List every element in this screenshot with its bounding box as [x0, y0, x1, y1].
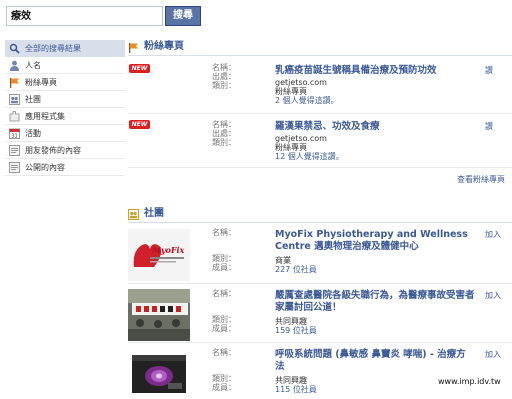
category-label: 類別： [212, 137, 236, 147]
search-icon [9, 43, 20, 54]
page-result: NEW 名稱： 出處： 類別： 羅漢果禁忌、功效及食療 getjetso.com… [128, 118, 512, 168]
field-labels: 名稱： 出處： 類別： [212, 120, 236, 147]
flag-icon [128, 42, 139, 53]
calendar-icon: 31 [9, 128, 20, 139]
sidebar-item-apps[interactable]: 應用程式集 [5, 108, 125, 125]
category-label: 類別： [212, 80, 236, 90]
page-source: getjetso.com [275, 134, 327, 143]
sidebar-item-label: 人名 [25, 61, 41, 70]
join-button[interactable]: 加入 [485, 290, 501, 301]
page-title-link[interactable]: 羅漢果禁忌、功效及食療 [275, 121, 485, 133]
sidebar-item-label: 應用程式集 [25, 112, 65, 121]
group-result: MyoFix 名稱： 類別： 成員： MyoFix Physiotherapy … [128, 226, 512, 284]
like-button[interactable]: 讚 [485, 65, 493, 76]
sidebar-item-events[interactable]: 31 活動 [5, 125, 125, 142]
section-title: 粉絲專頁 [144, 41, 184, 52]
post-icon [9, 162, 20, 173]
sidebar-item-label: 朋友發佈的內容 [25, 146, 81, 155]
likes-link[interactable]: 12 個人覺得這讚。 [275, 152, 344, 161]
members-label: 成員： [212, 262, 236, 272]
join-button[interactable]: 加入 [485, 229, 501, 240]
new-badge: NEW [129, 64, 150, 73]
members-label: 成員： [212, 382, 236, 392]
post-icon [9, 145, 20, 156]
group-thumbnail[interactable]: MyoFix [128, 229, 190, 281]
field-labels: 名稱： 類別： 成員： [212, 228, 236, 272]
sidebar-item-label: 社團 [25, 95, 41, 104]
join-button[interactable]: 加入 [485, 349, 501, 360]
page-category: 粉絲專頁 [275, 143, 307, 152]
members-link[interactable]: 159 位社員 [275, 326, 317, 335]
group-category: 共同興趣 [275, 317, 307, 326]
name-label: 名稱： [212, 289, 236, 298]
page-title-link[interactable]: 乳癌疫苗誕生號稱具備治療及預防功效 [275, 65, 485, 77]
group-thumbnail[interactable] [128, 289, 190, 341]
members-link[interactable]: 227 位社員 [275, 265, 317, 274]
new-badge: NEW [129, 120, 150, 129]
groups-section-heading: 社團 [128, 205, 512, 223]
sidebar-item-label: 全部的搜尋結果 [25, 44, 81, 53]
sidebar-item-label: 粉絲專頁 [25, 78, 57, 87]
sidebar-item-people[interactable]: 人名 [5, 57, 125, 74]
group-icon [9, 94, 20, 105]
members-link[interactable]: 115 位社員 [275, 385, 317, 394]
see-more-pages-link[interactable]: 查看粉絲專頁 [457, 174, 505, 185]
sidebar-item-public-posts[interactable]: 公開的內容 [5, 159, 125, 176]
page-source: getjetso.com [275, 78, 327, 87]
group-title-link[interactable]: 呼吸系統問題 (鼻敏感 鼻竇炎 哮喘) - 治療方法 [275, 349, 475, 373]
flag-icon [9, 77, 20, 88]
like-button[interactable]: 讚 [485, 121, 493, 132]
group-category: 商業 [275, 256, 291, 265]
group-icon [128, 209, 139, 220]
page-category: 粉絲專頁 [275, 87, 307, 96]
search-button[interactable]: 搜尋 [165, 6, 201, 26]
logo-text: MyoFix [151, 245, 185, 255]
group-result: 名稱： 類別： 成員： 嚴厲查處醫院各級失職行為，為醫療事故受害者家屬討回公道！… [128, 287, 512, 343]
group-result: 名稱： 類別： 成員： 呼吸系統問題 (鼻敏感 鼻竇炎 哮喘) - 治療方法 共… [128, 346, 512, 399]
section-title: 社團 [144, 208, 164, 219]
name-label: 名稱： [212, 348, 236, 357]
sidebar: 全部的搜尋結果 人名 粉絲專頁 社團 應用程式集 31 活動 朋友發佈的內容 公… [5, 40, 125, 176]
members-label: 成員： [212, 323, 236, 333]
sidebar-item-label: 公開的內容 [25, 163, 65, 172]
watermark: www.imp.idv.tw [438, 377, 501, 386]
group-category: 共同興趣 [275, 376, 307, 385]
sidebar-item-label: 活動 [25, 129, 41, 138]
sidebar-item-pages[interactable]: 粉絲專頁 [5, 74, 125, 91]
group-title-link[interactable]: 嚴厲查處醫院各級失職行為，為醫療事故受害者家屬討回公道！ [275, 290, 475, 314]
page-result: NEW 名稱： 出處： 類別： 乳癌疫苗誕生號稱具備治療及預防功效 getjet… [128, 62, 512, 114]
svg-text:31: 31 [11, 133, 17, 139]
person-icon [9, 60, 20, 71]
name-label: 名稱： [212, 228, 236, 237]
group-thumbnail[interactable] [128, 347, 190, 399]
group-title-link[interactable]: MyoFix Physiotherapy and Wellness Centre… [275, 229, 475, 253]
puzzle-icon [9, 110, 20, 122]
sidebar-item-friends-posts[interactable]: 朋友發佈的內容 [5, 142, 125, 159]
search-input[interactable]: 療效 [6, 6, 163, 26]
field-labels: 名稱： 類別： 成員： [212, 289, 236, 333]
field-labels: 名稱： 類別： 成員： [212, 348, 236, 392]
likes-link[interactable]: 2 個人覺得這讚。 [275, 96, 339, 105]
sidebar-item-groups[interactable]: 社團 [5, 91, 125, 108]
sidebar-item-all-results[interactable]: 全部的搜尋結果 [5, 40, 125, 57]
pages-section-heading: 粉絲專頁 [128, 38, 512, 56]
field-labels: 名稱： 出處： 類別： [212, 63, 236, 90]
